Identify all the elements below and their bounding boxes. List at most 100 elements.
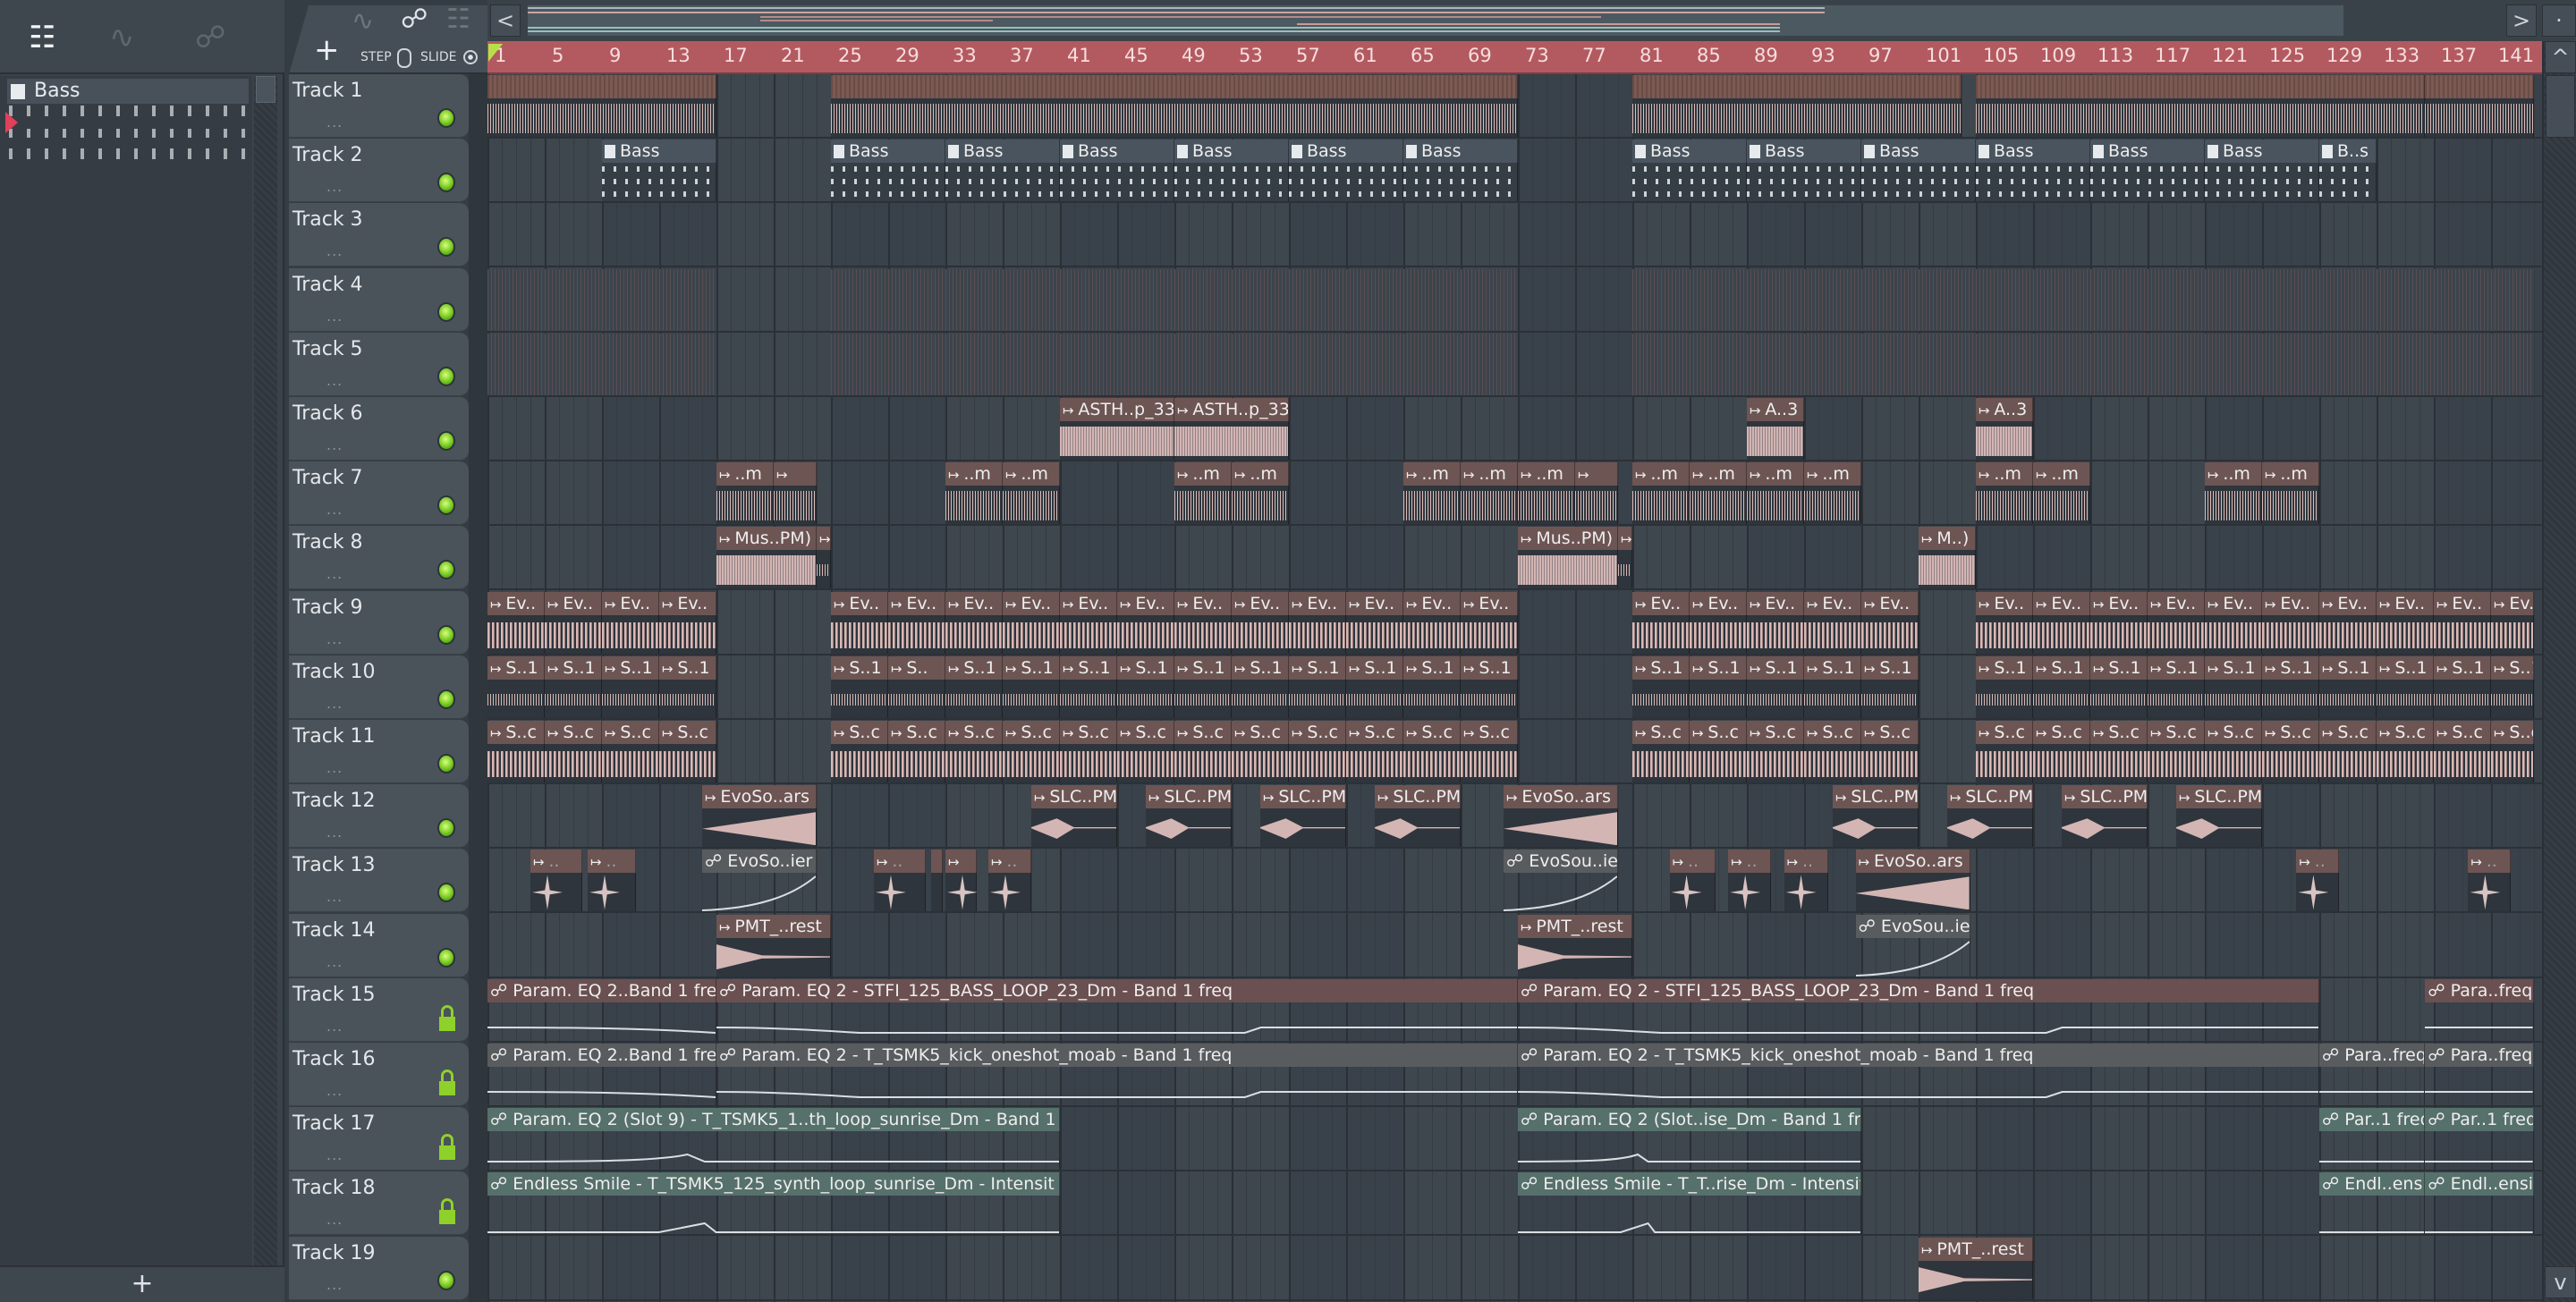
clip-header[interactable]: ↦ S..1 bbox=[1861, 655, 1919, 680]
audio-clip[interactable]: ↦ PMT_..rest bbox=[1919, 1237, 2033, 1299]
clip-header[interactable]: ↦ S..1 bbox=[1060, 655, 1117, 680]
audio-clip[interactable] bbox=[1632, 268, 2534, 331]
song-overview[interactable] bbox=[528, 5, 2343, 36]
audio-clip[interactable] bbox=[1976, 75, 2426, 137]
audio-clip[interactable]: ↦ S..c bbox=[2319, 721, 2377, 782]
audio-clip[interactable]: ↦ .. bbox=[988, 850, 1031, 912]
clip-header[interactable]: ↦ PMT_..rest bbox=[716, 914, 831, 938]
pattern-clip[interactable]: Bass bbox=[831, 140, 945, 202]
clip-header[interactable]: ↦ Mus..PM) bbox=[716, 527, 817, 551]
audio-clip[interactable]: ↦ SLC..PM bbox=[1031, 785, 1117, 848]
clip-header[interactable]: ↦ bbox=[774, 462, 817, 486]
clip-header[interactable] bbox=[2425, 75, 2534, 98]
lock-icon[interactable] bbox=[439, 1070, 455, 1096]
automation-clip[interactable]: ☍ Par..1 freq bbox=[2425, 1108, 2534, 1171]
audio-clip[interactable]: ↦ Ev.. bbox=[1632, 591, 1690, 654]
clip-header[interactable]: ↦ SLC..PM bbox=[1146, 785, 1232, 809]
clip-header[interactable]: ↦ S..1 bbox=[545, 655, 602, 680]
clip-header[interactable]: ↦ ..m bbox=[945, 462, 1003, 486]
clip-header[interactable]: ↦ ..m bbox=[1174, 462, 1232, 486]
audio-clip[interactable]: ↦ bbox=[774, 462, 817, 525]
audio-clip[interactable]: ↦ S..1 bbox=[1232, 655, 1289, 718]
audio-clip[interactable]: ↦ ASTH..p_33 bbox=[1060, 398, 1174, 460]
audio-clip[interactable]: ↦ S..c bbox=[2205, 721, 2262, 782]
audio-clip[interactable]: ↦ S..1 bbox=[1804, 655, 1861, 718]
clip-header[interactable]: ☍ Endless Smile - T_T..rise_Dm - Intensi… bbox=[1518, 1172, 1861, 1196]
clip-header[interactable]: ↦ A..3 bbox=[1976, 398, 2033, 421]
audio-clip[interactable]: ↦ Ev.. bbox=[1174, 591, 1232, 654]
pattern-clip[interactable]: Bass bbox=[602, 140, 716, 202]
audio-clip[interactable]: ↦ S..c bbox=[2262, 721, 2319, 782]
clip-header[interactable]: ↦ .. bbox=[588, 850, 637, 874]
audio-clip[interactable]: ↦ ..m bbox=[1690, 462, 1747, 525]
track-enabled-led-icon[interactable] bbox=[437, 237, 455, 258]
clip-header[interactable] bbox=[931, 850, 943, 874]
audio-clip[interactable]: ↦ Ev.. bbox=[2148, 591, 2205, 654]
clip-header[interactable]: ↦ S..c bbox=[1804, 721, 1861, 744]
clip-header[interactable]: ↦ Ev.. bbox=[1117, 591, 1174, 615]
clip-header[interactable]: ↦ Ev.. bbox=[2434, 591, 2491, 615]
audio-clip[interactable]: ↦ S..c bbox=[1117, 721, 1174, 782]
audio-clip[interactable]: ↦ S..1 bbox=[2148, 655, 2205, 718]
clip-header[interactable]: ↦ M..) bbox=[1919, 527, 1976, 551]
track-lane[interactable] bbox=[487, 268, 2542, 333]
clip-header[interactable]: ↦ Ev.. bbox=[1003, 591, 1060, 615]
audio-clip[interactable]: ↦ bbox=[817, 527, 831, 589]
clip-header[interactable]: ↦ Mus..PM) bbox=[1518, 527, 1618, 551]
track-options-dots[interactable]: ... bbox=[326, 824, 343, 841]
track-lane[interactable]: ↦ Ev.. ↦ Ev.. ↦ Ev.. ↦ Ev.. ↦ Ev.. ↦ Ev.. ↦ Ev… bbox=[487, 591, 2542, 655]
audio-clip[interactable]: ↦ .. bbox=[588, 850, 637, 912]
clip-header[interactable]: ↦ .. bbox=[1669, 850, 1716, 874]
track-header[interactable]: Track 8... bbox=[289, 526, 469, 590]
clip-header[interactable]: Bass bbox=[602, 140, 716, 164]
audio-clip[interactable]: ↦ ..m bbox=[1804, 462, 1861, 525]
track-lane[interactable]: ↦ .. ↦ .. ☍ EvoSo..ier ↦ .. ↦ ↦ .. ☍ EvoSou..… bbox=[487, 849, 2542, 914]
clip-header[interactable]: ☍ Param. EQ 2 - T_TSMK5_kick_oneshot_moa… bbox=[1518, 1044, 2319, 1067]
clip-header[interactable]: ↦ Ev.. bbox=[1861, 591, 1919, 615]
clip-header[interactable]: ↦ Ev.. bbox=[1403, 591, 1461, 615]
clip-header[interactable]: ↦ Ev.. bbox=[487, 591, 545, 615]
clip-header[interactable]: Bass bbox=[2205, 140, 2319, 164]
clip-header[interactable]: ↦ S..1 bbox=[2262, 655, 2319, 680]
audio-clip[interactable]: ↦ S..1 bbox=[1976, 655, 2033, 718]
audio-clip[interactable]: ↦ SLC..PM bbox=[2176, 785, 2262, 848]
playlist-grid[interactable]: Bass Bass Bass Bass Bass Bass Bass Bass Bass Bass… bbox=[487, 74, 2542, 1302]
track-options-dots[interactable]: ... bbox=[326, 114, 343, 131]
audio-clip[interactable]: ↦ S..1 bbox=[659, 655, 716, 718]
track-enabled-led-icon[interactable] bbox=[437, 173, 455, 193]
track-lane[interactable]: ☍ Param. EQ 2..Band 1 freq ☍ Param. EQ 2 … bbox=[487, 1043, 2542, 1107]
lock-icon[interactable] bbox=[439, 1004, 455, 1032]
clip-header[interactable]: ↦ S..1 bbox=[1690, 655, 1747, 680]
track-header[interactable]: Track 2... bbox=[289, 139, 469, 203]
clip-header[interactable]: ↦ EvoSo..ars bbox=[702, 785, 817, 809]
clip-header[interactable]: ↦ ..m bbox=[1232, 462, 1289, 486]
clip-header[interactable]: ↦ Ev.. bbox=[1346, 591, 1403, 615]
clip-header[interactable]: ↦ ..m bbox=[2033, 462, 2090, 486]
audio-clip[interactable]: ↦ S..1 bbox=[2319, 655, 2377, 718]
clip-header[interactable]: ↦ S..c bbox=[2033, 721, 2090, 744]
clip-header[interactable]: ☍ Param. EQ 2 - STFI_125_BASS_LOOP_23_Dm… bbox=[716, 978, 1518, 1002]
vertical-scrollbar[interactable]: ^ v bbox=[2542, 41, 2576, 1302]
audio-clip[interactable]: ↦ S..1 bbox=[2377, 655, 2434, 718]
clip-header[interactable]: ☍ Endl..ensit bbox=[2425, 1172, 2534, 1196]
audio-clip[interactable]: ↦ ..m bbox=[1518, 462, 1575, 525]
picker-scrollbar[interactable] bbox=[254, 76, 277, 1265]
scroll-down-button[interactable]: v bbox=[2545, 1266, 2576, 1298]
track-enabled-led-icon[interactable] bbox=[437, 301, 455, 322]
audio-clip[interactable]: ↦ Ev.. bbox=[487, 591, 545, 654]
audio-clip[interactable]: ↦ Ev.. bbox=[2377, 591, 2434, 654]
track-options-dots[interactable]: ... bbox=[326, 759, 343, 776]
clip-header[interactable]: ↦ S..c bbox=[2148, 721, 2205, 744]
clip-header[interactable]: ↦ S..c bbox=[602, 721, 659, 744]
audio-clip[interactable]: ↦ ..m bbox=[945, 462, 1003, 525]
clip-header[interactable]: ↦ Ev.. bbox=[945, 591, 1003, 615]
clip-header[interactable]: ☍ Param. EQ 2 (Slot 9) - T_TSMK5_1..th_l… bbox=[487, 1108, 1060, 1132]
track-header[interactable]: Track 10... bbox=[289, 655, 469, 719]
clip-header[interactable]: ↦ S..1 bbox=[1632, 655, 1690, 680]
audio-clip[interactable]: ↦ ..m bbox=[2262, 462, 2319, 525]
clip-header[interactable]: ↦ S..1 bbox=[2491, 655, 2534, 680]
clip-header[interactable]: ☍ Endl..ensit bbox=[2319, 1172, 2426, 1196]
automation-icon[interactable]: ☍ bbox=[401, 5, 428, 35]
clip-header[interactable]: ↦ S..c bbox=[1346, 721, 1403, 744]
audio-clip[interactable]: ↦ S..1 bbox=[2434, 655, 2491, 718]
